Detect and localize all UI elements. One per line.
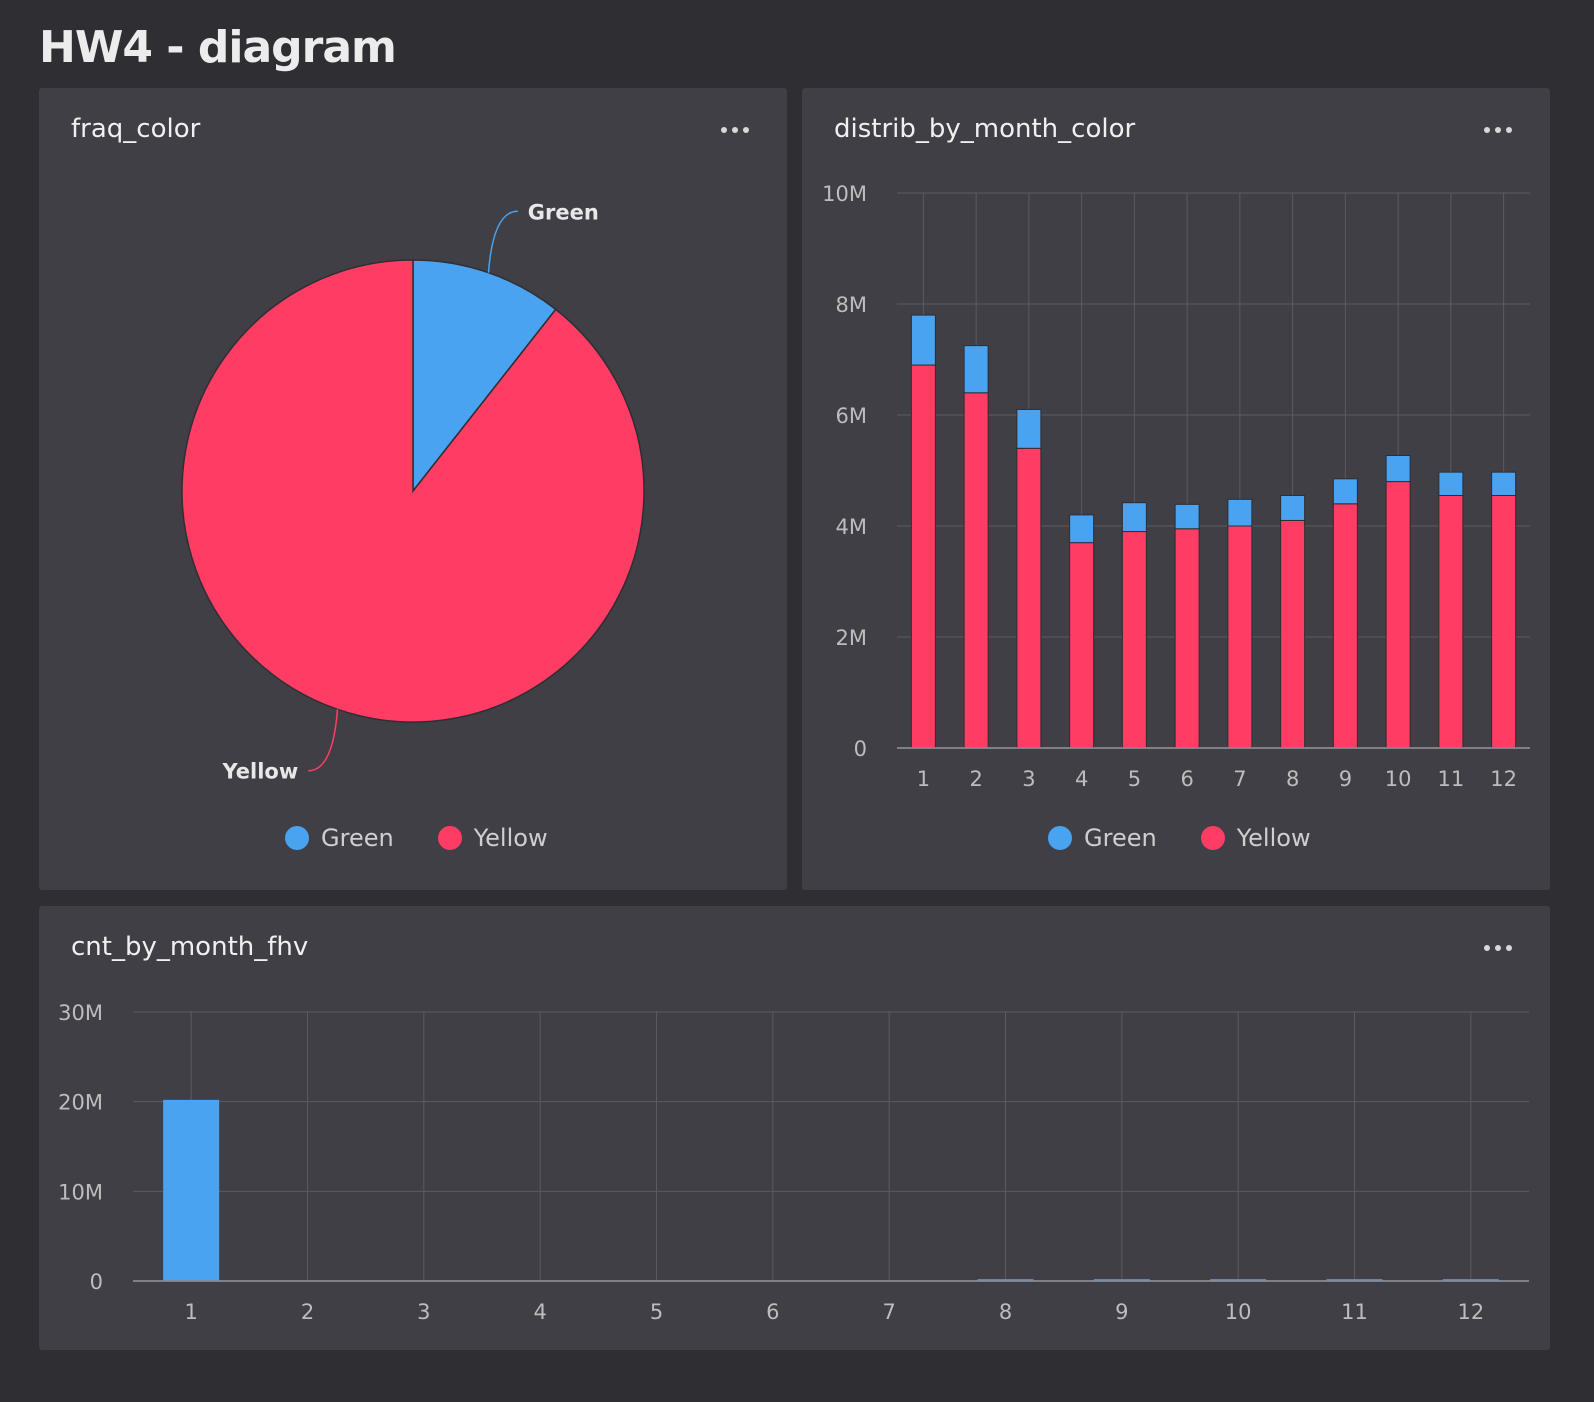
pie-label: Green	[528, 200, 599, 224]
legend-label: Yellow	[1236, 824, 1311, 852]
bar-yellow-4[interactable]	[1069, 542, 1095, 749]
legend-swatch-green	[285, 826, 309, 850]
bar-green-6[interactable]	[1174, 503, 1200, 530]
y-tick-label: 2M	[836, 626, 867, 650]
x-tick-label: 10	[1385, 767, 1412, 791]
x-tick-label: 5	[1128, 767, 1141, 791]
legend-label: Green	[1084, 824, 1157, 852]
y-tick-label: 20M	[58, 1091, 103, 1115]
bar-yellow-3[interactable]	[1016, 447, 1042, 749]
bar-green-3[interactable]	[1016, 408, 1042, 449]
panel-cnt-by-month-fhv: cnt_by_month_fhv 0 10M 20M 30M 1 2 3 4 5 6 7 8 9 10 11…	[39, 906, 1550, 1350]
bar-green-8[interactable]	[1280, 494, 1306, 521]
legend-swatch-green	[1048, 826, 1072, 850]
x-tick-label: 1	[917, 767, 930, 791]
x-tick-label: 3	[417, 1300, 430, 1324]
x-tick-label: 11	[1341, 1300, 1368, 1324]
x-tick-label: 2	[301, 1300, 314, 1324]
y-tick-label: 10M	[822, 182, 867, 206]
legend-swatch-yellow	[1200, 826, 1225, 850]
bar-yellow-10[interactable]	[1385, 481, 1411, 749]
x-tick-label: 5	[650, 1300, 663, 1324]
bar-yellow-5[interactable]	[1121, 531, 1147, 749]
x-tick-label: 7	[1233, 767, 1246, 791]
y-tick-label: 6M	[836, 404, 867, 428]
pie-leader-line	[308, 709, 339, 772]
bar-yellow-12[interactable]	[1491, 494, 1517, 749]
y-tick-label: 10M	[58, 1180, 103, 1204]
bar-yellow-7[interactable]	[1227, 525, 1253, 749]
page-title: HW4 - diagram	[39, 22, 397, 73]
bar-green-4[interactable]	[1069, 514, 1095, 544]
bar-yellow-6[interactable]	[1174, 528, 1200, 749]
x-tick-label: 8	[1286, 767, 1299, 791]
pie-leader-line	[487, 210, 518, 273]
legend-item-yellow[interactable]: Yellow	[437, 824, 548, 852]
bar-yellow-11[interactable]	[1438, 494, 1464, 749]
bar-green-2[interactable]	[963, 345, 989, 394]
pie-slice-yellow[interactable]	[181, 259, 645, 723]
bar-yellow-1[interactable]	[910, 364, 936, 749]
pie-chart: Green Yellow	[181, 200, 645, 784]
x-tick-label: 7	[882, 1300, 895, 1324]
bar-fhv-1[interactable]	[163, 1099, 220, 1281]
bar-chart: 010M20M30M1 2 3 4 5 6 7 8 9 10 11 12	[58, 1001, 1529, 1324]
x-tick-label: 12	[1490, 767, 1517, 791]
bar-green-12[interactable]	[1491, 471, 1517, 496]
legend-label: Yellow	[473, 824, 548, 852]
legend: Green Yellow	[1048, 824, 1311, 852]
bar-green-10[interactable]	[1385, 455, 1411, 483]
legend-item-green[interactable]: Green	[1048, 824, 1157, 852]
x-tick-label: 9	[1115, 1300, 1128, 1324]
panel-fraq-color: fraq_color Green Yellow Green Yellow	[39, 88, 787, 890]
bar-green-9[interactable]	[1332, 478, 1358, 505]
x-tick-label: 9	[1339, 767, 1352, 791]
bar-yellow-8[interactable]	[1280, 519, 1306, 749]
y-tick-label: 4M	[836, 515, 867, 539]
bar-yellow-2[interactable]	[963, 392, 989, 749]
legend-item-green[interactable]: Green	[285, 824, 394, 852]
x-tick-label: 8	[999, 1300, 1012, 1324]
legend: Green Yellow	[285, 824, 548, 852]
y-tick-label: 8M	[836, 293, 867, 317]
x-tick-label: 6	[766, 1300, 779, 1324]
x-tick-label: 1	[184, 1300, 197, 1324]
bar-green-11[interactable]	[1438, 471, 1464, 496]
x-tick-label: 12	[1457, 1300, 1484, 1324]
x-tick-label: 4	[1075, 767, 1088, 791]
bar-yellow-9[interactable]	[1332, 503, 1358, 749]
legend-item-yellow[interactable]: Yellow	[1200, 824, 1311, 852]
y-tick-label: 0	[90, 1270, 103, 1294]
x-tick-label: 10	[1225, 1300, 1252, 1324]
pie-label: Yellow	[221, 760, 298, 784]
y-tick-label: 0	[854, 737, 867, 761]
panel-distrib-by-month-color: distrib_by_month_color 0 2M 4M 6M 8M 10M 1 2 3 4 5…	[802, 88, 1550, 890]
x-tick-label: 6	[1180, 767, 1193, 791]
y-tick-label: 30M	[58, 1001, 103, 1025]
legend-swatch-yellow	[437, 826, 462, 850]
bar-green-7[interactable]	[1227, 498, 1253, 527]
x-tick-label: 3	[1022, 767, 1035, 791]
stacked-bar-chart: 02M4M6M8M10M1 2 3 4 5 6 7 8 9 10 11 12	[822, 182, 1530, 791]
x-tick-label: 4	[533, 1300, 546, 1324]
legend-label: Green	[321, 824, 394, 852]
bar-green-1[interactable]	[910, 314, 936, 366]
x-tick-label: 11	[1438, 767, 1465, 791]
x-tick-label: 2	[969, 767, 982, 791]
bar-green-5[interactable]	[1121, 502, 1147, 533]
